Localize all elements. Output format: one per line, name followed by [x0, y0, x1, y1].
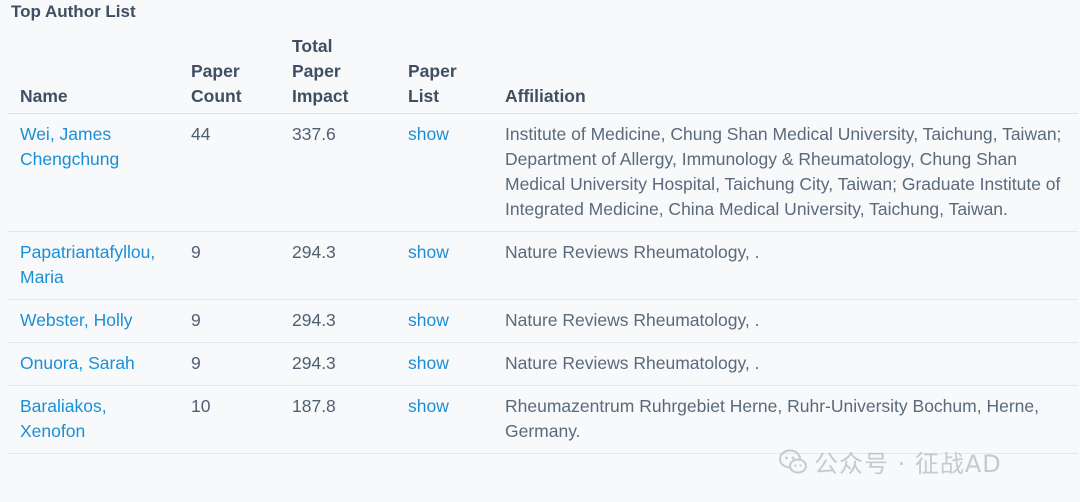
show-paper-list-link[interactable]: show	[408, 124, 449, 144]
table-row: Baraliakos, Xenofon 10 187.8 show Rheuma…	[8, 385, 1078, 454]
affiliation-text: Nature Reviews Rheumatology, .	[493, 231, 1078, 300]
table-row: Wei, James Chengchung 44 337.6 show Inst…	[8, 113, 1078, 232]
paper-impact: 294.3	[280, 342, 396, 386]
author-name-link[interactable]: Onuora, Sarah	[20, 353, 135, 373]
header-affiliation: Affiliation	[493, 32, 1078, 114]
top-author-panel: Top Author List Name Paper Count Total Pap…	[0, 0, 1080, 502]
header-paper-list: Paper List	[396, 32, 493, 114]
paper-count: 9	[179, 231, 280, 300]
paper-count: 9	[179, 342, 280, 386]
paper-impact: 294.3	[280, 299, 396, 343]
header-total-paper-impact: Total Paper Impact	[280, 32, 396, 114]
author-name-link[interactable]: Papatriantafyllou, Maria	[20, 242, 155, 287]
show-paper-list-link[interactable]: show	[408, 310, 449, 330]
author-name-link[interactable]: Webster, Holly	[20, 310, 133, 330]
show-paper-list-link[interactable]: show	[408, 396, 449, 416]
affiliation-text: Institute of Medicine, Chung Shan Medica…	[493, 113, 1078, 232]
paper-count: 9	[179, 299, 280, 343]
affiliation-text: Rheumazentrum Ruhrgebiet Herne, Ruhr-Uni…	[493, 385, 1078, 454]
show-paper-list-link[interactable]: show	[408, 353, 449, 373]
paper-impact: 294.3	[280, 231, 396, 300]
paper-count: 44	[179, 113, 280, 232]
panel-title: Top Author List	[11, 2, 136, 21]
table-row: Papatriantafyllou, Maria 9 294.3 show Na…	[8, 231, 1078, 300]
author-name-link[interactable]: Wei, James Chengchung	[20, 124, 119, 169]
table-row: Webster, Holly 9 294.3 show Nature Revie…	[8, 299, 1078, 343]
show-paper-list-link[interactable]: show	[408, 242, 449, 262]
affiliation-text: Nature Reviews Rheumatology, .	[493, 342, 1078, 386]
affiliation-text: Nature Reviews Rheumatology, .	[493, 299, 1078, 343]
paper-impact: 187.8	[280, 385, 396, 454]
author-table: Name Paper Count Total Paper Impact Paper Li…	[8, 32, 1078, 454]
header-paper-count: Paper Count	[179, 32, 280, 114]
header-name: Name	[8, 32, 179, 114]
table-header-row: Name Paper Count Total Paper Impact Paper Li…	[8, 32, 1078, 114]
author-name-link[interactable]: Baraliakos, Xenofon	[20, 396, 107, 441]
table-row: Onuora, Sarah 9 294.3 show Nature Review…	[8, 342, 1078, 386]
paper-count: 10	[179, 385, 280, 454]
paper-impact: 337.6	[280, 113, 396, 232]
